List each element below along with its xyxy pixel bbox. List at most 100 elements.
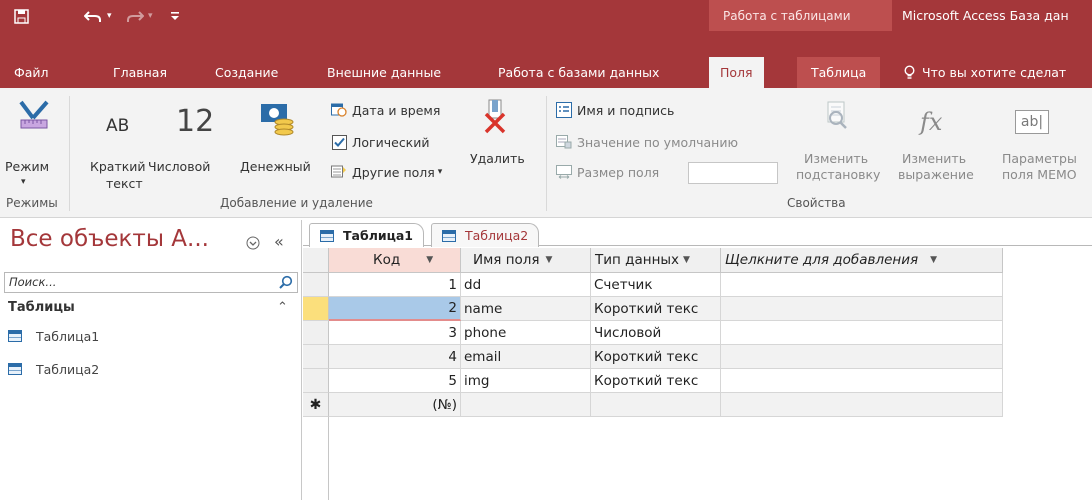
cell-new-column[interactable] bbox=[721, 321, 1003, 345]
cell-field-name[interactable]: email bbox=[461, 345, 591, 369]
cell-id[interactable]: 5 bbox=[329, 369, 461, 393]
column-dropdown-icon[interactable]: ▼ bbox=[426, 255, 433, 265]
cell-id[interactable]: 1 bbox=[329, 273, 461, 297]
cell-field-name[interactable] bbox=[461, 393, 591, 417]
doc-tab-label: Таблица1 bbox=[343, 228, 414, 243]
cell-new-column[interactable] bbox=[721, 393, 1003, 417]
cell-id-selected[interactable]: 2 bbox=[329, 297, 461, 321]
memo-settings-label: Параметры bbox=[1002, 151, 1077, 166]
navigation-pane: Все объекты А... « Поиск... Таблицы ⌃ Та… bbox=[0, 220, 302, 500]
row-selector-column bbox=[303, 417, 329, 500]
column-dropdown-icon[interactable]: ▼ bbox=[546, 255, 553, 265]
name-caption-button[interactable]: Имя и подпись bbox=[556, 100, 674, 120]
column-header-label: Имя поля bbox=[473, 252, 540, 268]
cell-field-name[interactable]: phone bbox=[461, 321, 591, 345]
redo-icon[interactable] bbox=[126, 7, 144, 25]
number-button[interactable]: 12 Числовой bbox=[148, 94, 214, 184]
delete-field-button[interactable]: Удалить bbox=[470, 94, 525, 184]
collapse-pane-icon[interactable]: « bbox=[274, 232, 284, 251]
redo-dropdown-icon[interactable]: ▾ bbox=[148, 7, 153, 25]
short-text-label-2: текст bbox=[106, 176, 143, 191]
column-header-data-type[interactable]: Тип данных ▼ bbox=[591, 248, 721, 273]
number-icon: 12 bbox=[176, 104, 215, 139]
tab-table[interactable]: Таблица bbox=[797, 57, 881, 88]
logical-label: Логический bbox=[352, 134, 430, 150]
column-dropdown-icon[interactable]: ▼ bbox=[930, 255, 937, 265]
save-icon[interactable] bbox=[14, 7, 29, 25]
cell-id[interactable]: 3 bbox=[329, 321, 461, 345]
cell-field-name[interactable]: dd bbox=[461, 273, 591, 297]
undo-dropdown-icon[interactable]: ▾ bbox=[107, 7, 112, 25]
customize-toolbar-icon[interactable] bbox=[170, 7, 180, 25]
nav-item-table1[interactable]: Таблица1 bbox=[8, 326, 99, 346]
column-header-add-new[interactable]: Щелкните для добавления ▼ bbox=[721, 248, 1003, 273]
change-expression-label-2: выражение bbox=[898, 167, 974, 182]
table-icon bbox=[8, 363, 22, 375]
tab-file[interactable]: Файл bbox=[14, 57, 49, 88]
cell-data-type[interactable]: Числовой bbox=[591, 321, 721, 345]
cell-new-column[interactable] bbox=[721, 297, 1003, 321]
other-fields-dropdown-icon: ▾ bbox=[437, 167, 443, 177]
new-record-id-placeholder[interactable]: (№) bbox=[329, 393, 461, 417]
nav-section-tables[interactable]: Таблицы bbox=[8, 300, 75, 315]
row-selector[interactable] bbox=[303, 321, 329, 345]
name-caption-label: Имя и подпись bbox=[577, 102, 675, 118]
cell-data-type[interactable] bbox=[591, 393, 721, 417]
tab-external-data[interactable]: Внешние данные bbox=[327, 57, 441, 88]
mode-button[interactable]: Режим ▾ bbox=[4, 94, 64, 187]
nav-pane-title[interactable]: Все объекты А... bbox=[10, 226, 209, 252]
currency-button[interactable]: Денежный bbox=[240, 94, 320, 184]
cell-data-type[interactable]: Счетчик bbox=[591, 273, 721, 297]
collapse-section-icon[interactable]: ⌃ bbox=[277, 300, 288, 315]
document-tabs: Таблица1 Таблица2 bbox=[303, 220, 1092, 247]
currency-icon bbox=[259, 102, 295, 140]
cell-new-column[interactable] bbox=[721, 369, 1003, 393]
nav-search-input[interactable]: Поиск... bbox=[4, 272, 298, 293]
select-all-corner[interactable] bbox=[303, 248, 329, 273]
group-label-properties: Свойства bbox=[787, 196, 846, 210]
group-label-add-delete: Добавление и удаление bbox=[220, 196, 373, 210]
cell-field-name[interactable]: name bbox=[461, 297, 591, 321]
nav-item-table2[interactable]: Таблица2 bbox=[8, 359, 99, 379]
cell-data-type[interactable]: Короткий текс bbox=[591, 345, 721, 369]
column-header-label: Тип данных bbox=[595, 252, 680, 268]
default-value-icon bbox=[556, 135, 572, 149]
row-selector[interactable] bbox=[303, 345, 329, 369]
field-size-input[interactable] bbox=[688, 162, 778, 184]
cell-new-column[interactable] bbox=[721, 273, 1003, 297]
cell-data-type[interactable]: Короткий текс bbox=[591, 297, 721, 321]
change-lookup-label: Изменить bbox=[804, 151, 869, 166]
column-header-field-name[interactable]: Имя поля ▼ bbox=[461, 248, 591, 273]
cell-field-name[interactable]: img bbox=[461, 369, 591, 393]
checkbox-icon bbox=[331, 134, 347, 150]
row-selector[interactable] bbox=[303, 273, 329, 297]
undo-icon[interactable] bbox=[84, 7, 102, 25]
tell-me-box[interactable]: Что вы хотите сделат bbox=[904, 57, 1066, 88]
tab-home[interactable]: Главная bbox=[113, 57, 167, 88]
tab-create[interactable]: Создание bbox=[215, 57, 278, 88]
nav-menu-chevron-icon[interactable] bbox=[246, 236, 260, 254]
column-header-id[interactable]: Код ▼ bbox=[329, 248, 461, 273]
cell-id[interactable]: 4 bbox=[329, 345, 461, 369]
nav-item-label: Таблица1 bbox=[36, 328, 100, 344]
change-expression-button[interactable]: fx Изменить выражение bbox=[898, 94, 976, 190]
other-fields-button[interactable]: Другие поля ▾ bbox=[331, 162, 442, 182]
default-value-button[interactable]: Значение по умолчанию bbox=[556, 132, 738, 152]
column-dropdown-icon[interactable]: ▼ bbox=[683, 255, 690, 265]
memo-settings-button[interactable]: ab| Параметры поля МЕМО bbox=[984, 94, 1092, 190]
cell-data-type[interactable]: Короткий текс bbox=[591, 369, 721, 393]
short-text-button[interactable]: AB Краткий текст bbox=[86, 94, 146, 194]
tab-database-tools[interactable]: Работа с базами данных bbox=[498, 57, 659, 88]
cell-new-column[interactable] bbox=[721, 345, 1003, 369]
change-lookup-button[interactable]: Изменить подстановку bbox=[796, 94, 880, 190]
new-record-selector[interactable]: ✱ bbox=[303, 393, 329, 417]
tab-fields[interactable]: Поля bbox=[709, 57, 764, 88]
row-selector[interactable] bbox=[303, 369, 329, 393]
window-title: Microsoft Access База дан bbox=[902, 8, 1069, 23]
logical-button[interactable]: Логический bbox=[331, 132, 429, 152]
doc-tab-table1[interactable]: Таблица1 bbox=[309, 223, 425, 247]
datetime-button[interactable]: Дата и время bbox=[331, 100, 440, 120]
search-icon[interactable] bbox=[279, 275, 293, 293]
row-selector-current[interactable] bbox=[303, 297, 329, 321]
doc-tab-table2[interactable]: Таблица2 bbox=[431, 223, 540, 247]
